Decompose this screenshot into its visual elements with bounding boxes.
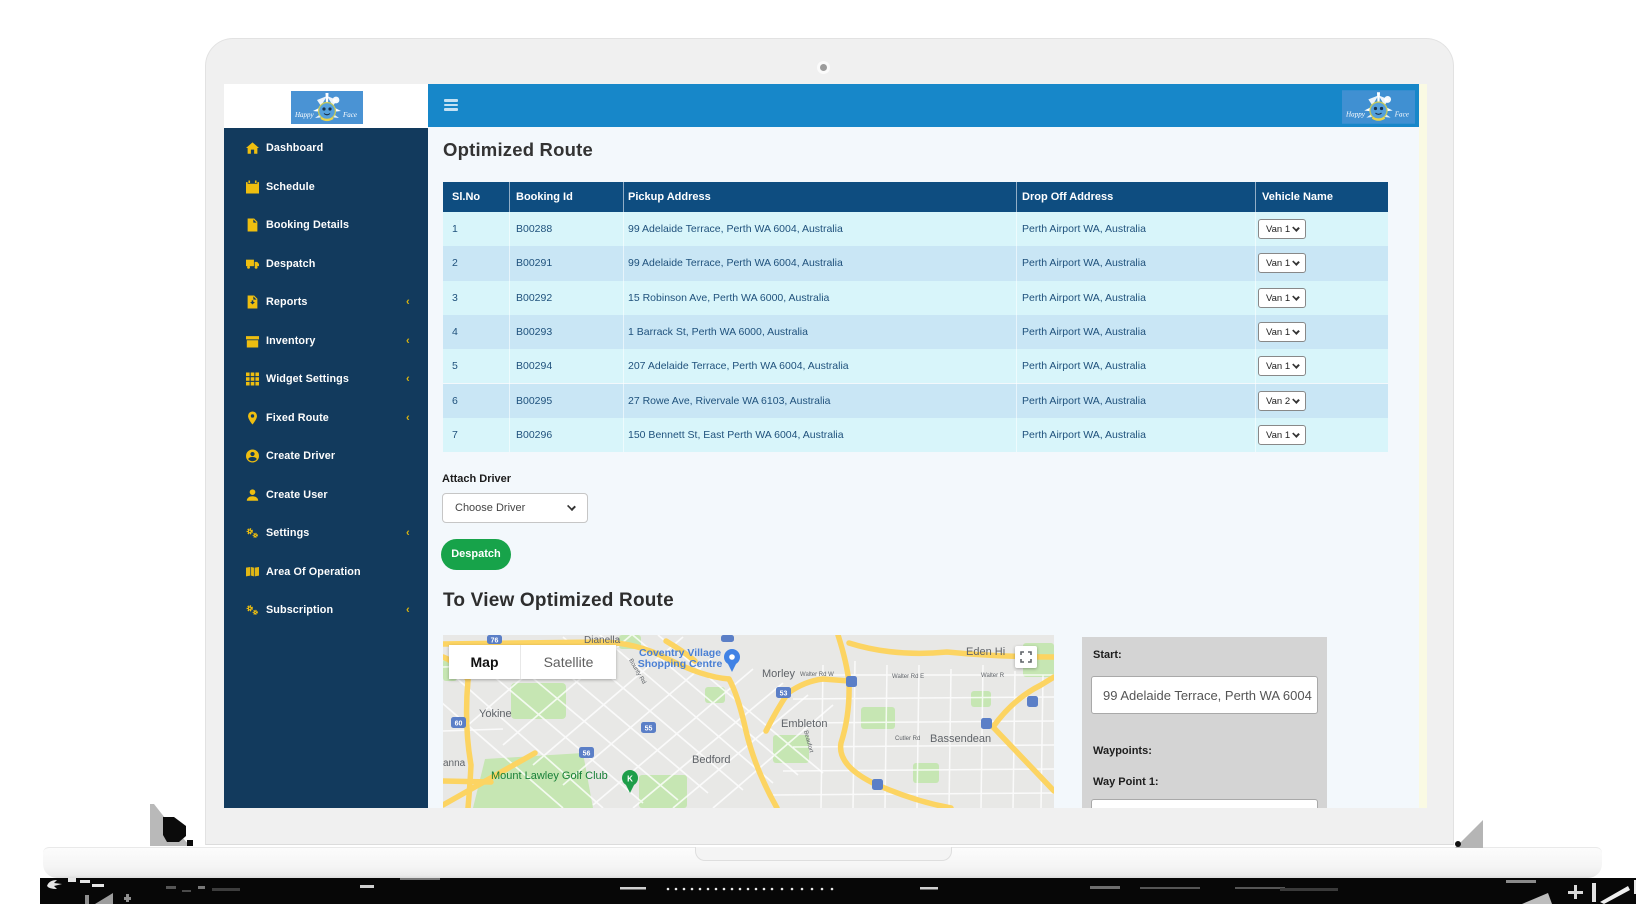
svg-text:Bassendean: Bassendean [930, 733, 991, 745]
svg-text:anna: anna [443, 758, 466, 769]
svg-text:Bedford: Bedford [692, 754, 731, 766]
svg-text:Face: Face [1394, 111, 1409, 119]
svg-text:56: 56 [583, 751, 591, 758]
svg-text:Happy: Happy [1345, 111, 1366, 119]
svg-text:K: K [627, 775, 633, 784]
svg-text:Face: Face [342, 111, 357, 119]
svg-text:55: 55 [645, 726, 653, 733]
svg-text:76: 76 [491, 638, 499, 645]
svg-text:Walter Rd W: Walter Rd W [800, 672, 834, 678]
svg-text:Mount Lawley Golf Club: Mount Lawley Golf Club [491, 770, 608, 782]
svg-text:Walter Rd E: Walter Rd E [892, 674, 924, 680]
svg-text:Cutler Rd: Cutler Rd [895, 736, 920, 742]
svg-text:Yokine: Yokine [479, 708, 512, 720]
svg-text:Happy: Happy [294, 111, 315, 119]
svg-text:53: 53 [780, 691, 788, 698]
svg-text:Morley: Morley [762, 668, 796, 680]
svg-text:Embleton: Embleton [781, 718, 827, 730]
svg-text:60: 60 [455, 721, 463, 728]
svg-text:Eden Hi: Eden Hi [966, 646, 1005, 658]
svg-text:Walter R: Walter R [981, 673, 1005, 679]
svg-text:Shopping Centre: Shopping Centre [638, 658, 723, 670]
